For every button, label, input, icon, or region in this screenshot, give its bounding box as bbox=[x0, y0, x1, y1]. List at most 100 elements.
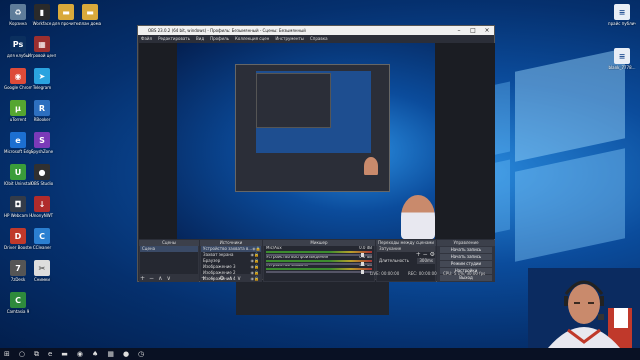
control-button-0[interactable]: Начать запись bbox=[440, 247, 492, 253]
taskbar-app-icon[interactable]: ◷ bbox=[138, 350, 144, 358]
chart-icon: ▮ bbox=[34, 4, 50, 20]
folder-icon: ▬ bbox=[58, 4, 74, 20]
taskbar-app-icon[interactable]: ▦ bbox=[107, 350, 114, 358]
game-center-icon: ▦ bbox=[34, 36, 50, 52]
desktop-icon-label: OBS Studio bbox=[30, 181, 54, 186]
desktop-icon-5[interactable]: ▦Игровой центр bbox=[28, 36, 56, 58]
desktop-icon-label: RBooker bbox=[33, 117, 51, 122]
desktop-icon-9[interactable]: R RBooker bbox=[28, 100, 56, 122]
remove-source-icon[interactable]: − bbox=[210, 275, 215, 282]
duration-input[interactable]: 300ms bbox=[417, 258, 435, 264]
move-up-icon[interactable]: ∧ bbox=[158, 275, 162, 282]
desktop-icon-label: SpyshZone bbox=[30, 149, 54, 154]
move-down-icon[interactable]: ∨ bbox=[166, 275, 170, 282]
desktop-icon-label: Telegram bbox=[32, 85, 52, 90]
menu-item-3[interactable]: Профиль bbox=[210, 36, 229, 41]
remove-scene-icon[interactable]: − bbox=[149, 275, 154, 282]
control-button-2[interactable]: Режим студии bbox=[440, 261, 492, 267]
desktop-icon-label: Camtasia 9 bbox=[6, 309, 30, 314]
menu-item-0[interactable]: Файл bbox=[141, 36, 152, 41]
obs-icon: ● bbox=[34, 164, 50, 180]
desktop-icon-3[interactable]: ▬ план дома bbox=[76, 4, 104, 26]
obs-docks: Сцены Сцена + − ∧ ∨ Источники Устройство… bbox=[139, 240, 495, 282]
sources-dock: Источники Устройство захвата в... ◉🔒 Захва… bbox=[200, 240, 262, 282]
desktop-icon-11[interactable]: S SpyshZone bbox=[28, 132, 56, 154]
desktop-icon-label: план дома bbox=[78, 21, 102, 26]
volume-meter bbox=[266, 251, 372, 253]
scene-item[interactable]: Сцена bbox=[140, 246, 198, 252]
source-settings-icon[interactable]: ⚙ bbox=[219, 275, 224, 282]
desktop-icon-right-0[interactable]: ≡прайс публичный bbox=[608, 4, 636, 26]
menu-item-5[interactable]: Инструменты bbox=[275, 36, 304, 41]
obs-preview-canvas[interactable] bbox=[139, 43, 495, 315]
desktop-icon-label: UnonyNWT bbox=[30, 213, 54, 218]
obs-title-bar[interactable]: OBS 23.0.2 (64 bit, windows) - Профиль: … bbox=[138, 26, 494, 35]
desktop-icon-label: Игровой центр bbox=[28, 53, 56, 58]
mixer-channel-name: Mic/Aux bbox=[266, 246, 282, 250]
start-button[interactable]: ⊞ bbox=[4, 350, 10, 358]
desktop-icon-label: blank_7778... bbox=[608, 65, 636, 70]
live-status: LIVE: 00:00:00 bbox=[370, 271, 400, 276]
photoshop-icon: Ps bbox=[10, 36, 26, 52]
close-icon[interactable]: × bbox=[480, 26, 494, 35]
obs-window-title: OBS 23.0.2 (64 bit, windows) - Профиль: … bbox=[148, 28, 306, 33]
search-icon[interactable]: ○ bbox=[19, 350, 25, 358]
duration-label: Длительность bbox=[379, 258, 409, 263]
add-source-icon[interactable]: + bbox=[201, 275, 206, 282]
driver-booster-icon: D bbox=[10, 228, 26, 244]
cpu-status: CPU: 5.1%, 30.00 fps bbox=[443, 271, 486, 276]
preview-nested-obs-window bbox=[235, 64, 390, 315]
rec-status: REC: 00:00:00 bbox=[408, 271, 437, 276]
ccleaner-icon: C bbox=[34, 228, 50, 244]
desktop-icon-19[interactable]: ✂ Снимки bbox=[28, 260, 56, 282]
minimize-icon[interactable]: – bbox=[452, 26, 466, 35]
taskbar-app-icon[interactable]: ● bbox=[123, 350, 129, 358]
desktop-icon-right-1[interactable]: ≡ blank_7778... bbox=[608, 48, 636, 70]
volume-slider[interactable] bbox=[266, 270, 372, 275]
utorrent-icon: µ bbox=[10, 100, 26, 116]
desktop-icon-20[interactable]: C Camtasia 9 bbox=[4, 292, 32, 314]
app-icon: R bbox=[34, 100, 50, 116]
move-down-icon[interactable]: ∨ bbox=[237, 275, 241, 282]
taskbar-app-icon[interactable]: ⧉ bbox=[34, 350, 39, 359]
desktop-icon-7[interactable]: ➤ Telegram bbox=[28, 68, 56, 90]
menu-item-2[interactable]: Вид bbox=[196, 36, 204, 41]
volume-meter bbox=[266, 268, 372, 271]
visibility-icon[interactable]: ◉🔒 bbox=[251, 276, 261, 282]
mixer-dock: Микшер Mic/Aux 0.0 dB Устройство воспроизв… bbox=[263, 240, 375, 282]
taskbar-app-icon[interactable]: ♠ bbox=[92, 350, 98, 358]
document-icon: ≡ bbox=[614, 48, 630, 64]
volume-slider[interactable] bbox=[266, 253, 372, 257]
windows-taskbar: ⊞ ○ ⧉ e ▬ ◉ ♠ ▦ ● ◷ bbox=[0, 348, 640, 360]
add-scene-icon[interactable]: + bbox=[140, 275, 145, 282]
volume-slider[interactable] bbox=[266, 261, 372, 266]
taskbar-app-icon[interactable]: e bbox=[48, 350, 52, 358]
preview-webcam-person bbox=[401, 195, 435, 239]
document-icon: ≡ bbox=[614, 4, 630, 20]
desktop-icon-13[interactable]: ● OBS Studio bbox=[28, 164, 56, 186]
chrome-icon: ◉ bbox=[10, 68, 26, 84]
move-up-icon[interactable]: ∧ bbox=[228, 275, 232, 282]
snipping-icon: ✂ bbox=[34, 260, 50, 276]
maximize-icon[interactable]: □ bbox=[466, 26, 480, 35]
control-button-1[interactable]: Начать запись bbox=[440, 254, 492, 260]
desktop-icon-label: CCleaner bbox=[32, 245, 52, 250]
taskbar-app-icon[interactable]: ◉ bbox=[77, 350, 83, 358]
telegram-icon: ➤ bbox=[34, 68, 50, 84]
app-icon: ↓ bbox=[34, 196, 50, 212]
uninstaller-icon: U bbox=[10, 164, 26, 180]
menu-item-4[interactable]: Коллекция сцен bbox=[235, 36, 269, 41]
obs-window: OBS 23.0.2 (64 bit, windows) - Профиль: … bbox=[137, 25, 495, 315]
desktop-icon-15[interactable]: ↓ UnonyNWT bbox=[28, 196, 56, 218]
app-icon: S bbox=[34, 132, 50, 148]
menu-item-6[interactable]: Справка bbox=[310, 36, 328, 41]
folder-icon: ▬ bbox=[82, 4, 98, 20]
scenes-dock: Сцены Сцена + − ∧ ∨ bbox=[139, 240, 199, 282]
edge-icon: e bbox=[10, 132, 26, 148]
archive-icon: 7 bbox=[10, 260, 26, 276]
obs-menu-bar: Файл Редактировать Вид Профиль Коллекция сце… bbox=[138, 35, 494, 42]
desktop-icon-label: Снимки bbox=[33, 277, 51, 282]
desktop-icon-17[interactable]: C CCleaner bbox=[28, 228, 56, 250]
menu-item-1[interactable]: Редактировать bbox=[158, 36, 190, 41]
taskbar-app-icon[interactable]: ▬ bbox=[61, 350, 68, 358]
